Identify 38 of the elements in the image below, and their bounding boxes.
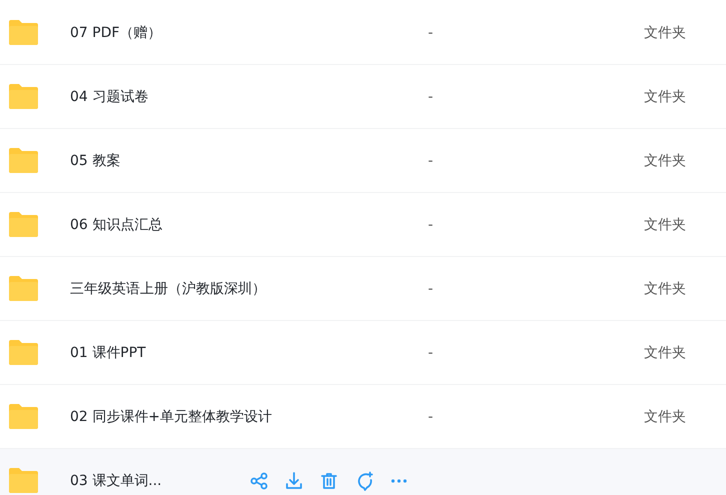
file-size: - (427, 216, 434, 232)
folder-icon (8, 275, 39, 302)
delete-button[interactable] (318, 470, 339, 491)
file-type: 文件夹 (644, 344, 687, 362)
file-size: - (427, 24, 434, 40)
folder-icon (8, 19, 39, 46)
more-icon (390, 478, 406, 482)
file-type: 文件夹 (644, 88, 687, 106)
file-size: - (427, 152, 434, 168)
file-size: - (427, 88, 434, 104)
file-type: 文件夹 (644, 280, 687, 298)
delete-icon (318, 470, 338, 490)
file-name: 03 课文单词... (70, 472, 162, 490)
file-name: 01 课件PPT (70, 344, 146, 362)
file-name: 07 PDF（赠） (70, 24, 162, 42)
download-icon (284, 470, 304, 490)
file-name: 02 同步课件+单元整体教学设计 (70, 408, 272, 426)
share-icon (248, 470, 268, 490)
file-size: - (427, 344, 434, 360)
folder-icon (8, 147, 39, 174)
file-size: - (427, 280, 434, 296)
folder-icon (8, 467, 39, 494)
share-button[interactable] (248, 470, 269, 491)
file-row[interactable]: 03 课文单词... (0, 449, 726, 495)
file-name: 06 知识点汇总 (70, 216, 162, 234)
file-name: 05 教案 (70, 152, 120, 170)
download-button[interactable] (283, 470, 304, 491)
file-type: 文件夹 (644, 216, 687, 234)
folder-icon (8, 339, 39, 366)
folder-icon (8, 211, 39, 238)
folder-icon (8, 403, 39, 430)
file-name: 三年级英语上册（沪教版深圳） (70, 280, 266, 298)
folder-icon (8, 83, 39, 110)
file-type: 文件夹 (644, 24, 687, 42)
file-name: 04 习题试卷 (70, 88, 148, 106)
file-size: - (427, 408, 434, 424)
file-type: 文件夹 (644, 152, 687, 170)
file-type: 文件夹 (644, 408, 687, 426)
